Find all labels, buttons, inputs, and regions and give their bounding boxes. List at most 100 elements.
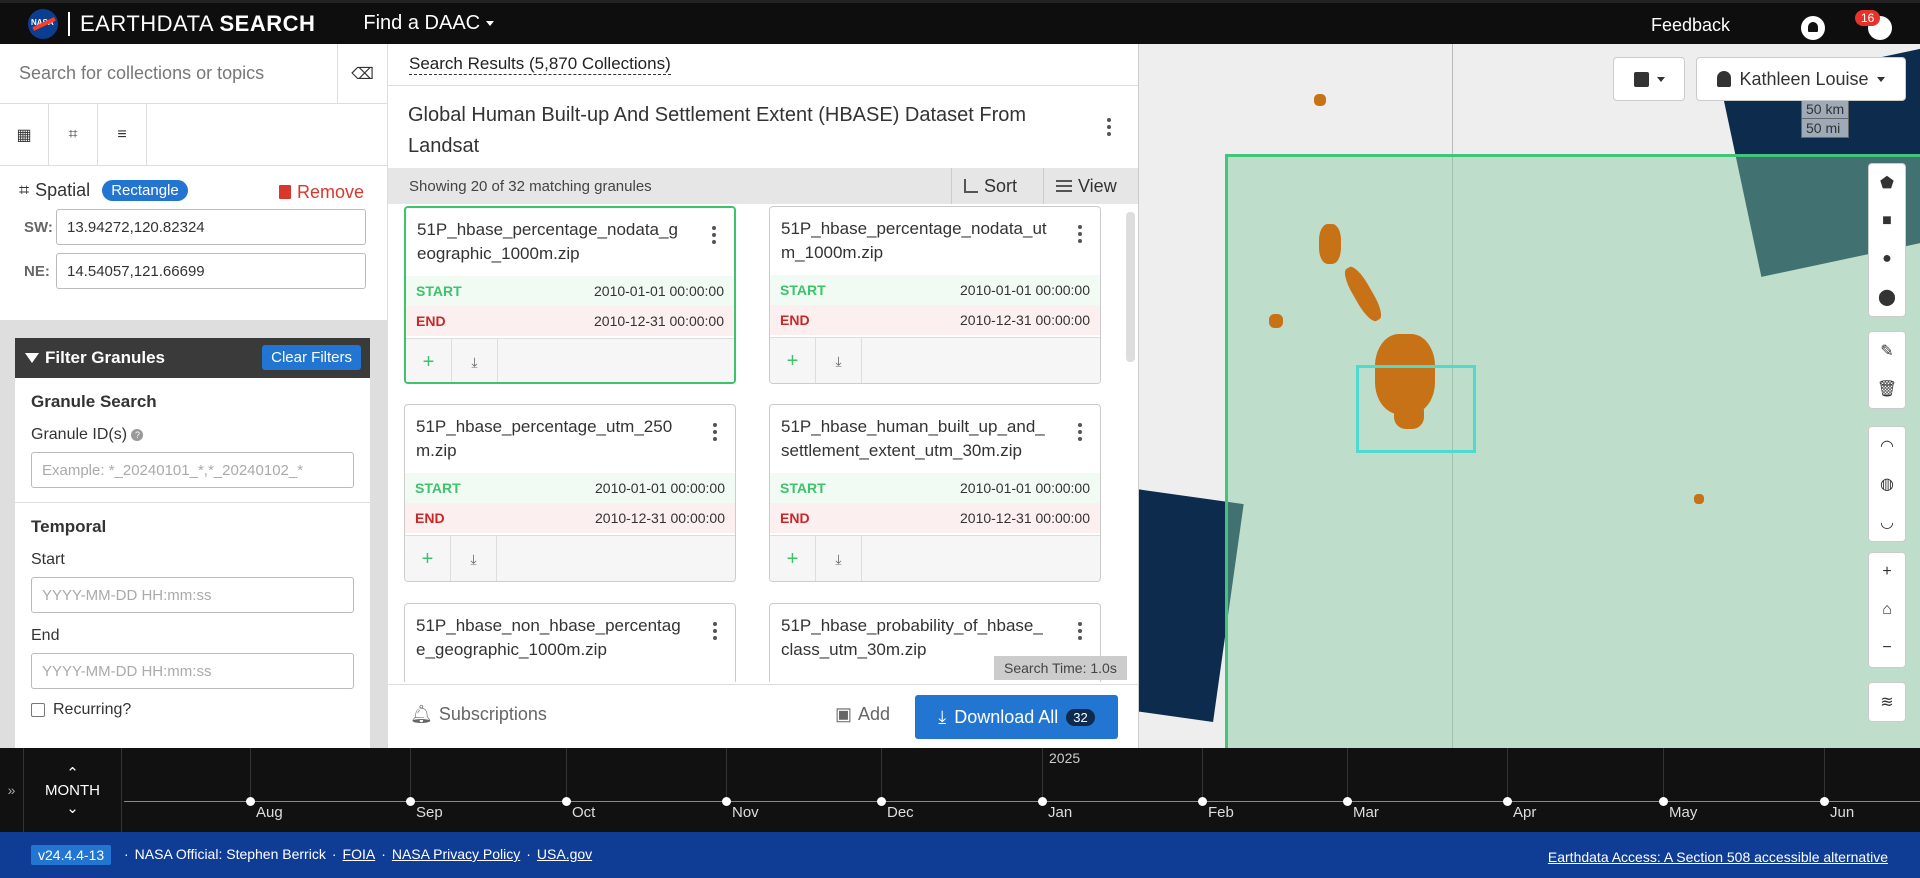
site-brand[interactable]: EARTHDATA SEARCH xyxy=(80,11,315,37)
granule-card[interactable]: 51P_hbase_percentage_nodata_utm_1000m.zi… xyxy=(769,206,1101,384)
timeline-zoom-control[interactable]: ⌃ MONTH ⌄ xyxy=(24,748,122,832)
download-all-button[interactable]: ⤓ Download All 32 xyxy=(915,695,1118,739)
add-granule-icon[interactable]: + xyxy=(770,338,816,383)
remove-spatial-button[interactable]: Remove xyxy=(278,182,364,203)
north-polar-icon[interactable]: ◠ xyxy=(1869,427,1905,465)
search-results-link[interactable]: Search Results (5,870 Collections) xyxy=(409,54,671,75)
granule-start: 2010-01-01 00:00:00 xyxy=(960,282,1090,298)
top-navbar: NASA EARTHDATA SEARCH Find a DAAC Feedba… xyxy=(0,0,1920,44)
edit-icon[interactable]: ✎ xyxy=(1869,332,1905,370)
more-options-icon[interactable] xyxy=(1078,423,1082,444)
layers-icon[interactable]: ≋ xyxy=(1869,683,1905,721)
timeline-month-dot[interactable] xyxy=(1659,797,1668,806)
rectangle-icon[interactable]: ■ xyxy=(1869,202,1905,240)
granule-card[interactable]: 51P_hbase_percentage_nodata_geographic_1… xyxy=(404,206,736,384)
more-options-icon[interactable] xyxy=(713,423,717,444)
granule-card[interactable]: 51P_hbase_non_hbase_percentage_geographi… xyxy=(404,603,736,682)
timeline[interactable]: » ⌃ MONTH ⌄ 2025 Aug Sep Oct Nov Dec Jan Feb Ma… xyxy=(0,748,1920,832)
polygon-icon[interactable]: ⬟ xyxy=(1869,164,1905,202)
version-badge[interactable]: v24.4.4-13 xyxy=(31,845,112,865)
more-options-icon[interactable] xyxy=(1107,118,1111,139)
sort-label: Sort xyxy=(984,175,1018,196)
feedback-link[interactable]: Feedback xyxy=(1651,15,1730,36)
end-date-input[interactable]: YYYY-MM-DD HH:mm:ss xyxy=(31,653,354,689)
timeline-month-dot[interactable] xyxy=(1343,797,1352,806)
more-options-icon[interactable] xyxy=(712,226,716,247)
find-daac-dropdown[interactable]: Find a DAAC xyxy=(363,12,495,35)
view-button[interactable]: View xyxy=(1043,168,1139,204)
results-scrollbar[interactable] xyxy=(1126,212,1135,362)
download-icon[interactable]: ⤓ xyxy=(816,536,862,581)
point-icon[interactable]: ⬤ xyxy=(1869,278,1905,316)
timeline-month-label: Mar xyxy=(1353,804,1379,821)
more-options-icon[interactable] xyxy=(1078,225,1082,246)
download-icon[interactable]: ⤓ xyxy=(451,536,497,581)
save-project-button[interactable] xyxy=(1613,57,1685,101)
ne-label: NE: xyxy=(24,262,50,280)
south-polar-icon[interactable]: ◡ xyxy=(1869,503,1905,541)
globe-icon[interactable]: ◍ xyxy=(1869,465,1905,503)
granule-card[interactable]: 51P_hbase_human_built_up_and_settlement_… xyxy=(769,404,1101,582)
granule-end: 2010-12-31 00:00:00 xyxy=(595,510,725,526)
remove-label: Remove xyxy=(296,182,364,202)
user-menu-button[interactable]: Kathleen Louise xyxy=(1696,57,1906,101)
granule-start-row: START 2010-01-01 00:00:00 xyxy=(770,473,1100,503)
search-input[interactable]: Search for collections or topics xyxy=(0,44,337,104)
accessible-alternative-link[interactable]: Earthdata Access: A Section 508 accessib… xyxy=(1548,849,1888,865)
trash-icon[interactable]: 🗑︎ xyxy=(1869,370,1905,408)
checkbox-icon[interactable] xyxy=(31,703,45,717)
zoom-in-icon[interactable]: + xyxy=(1869,553,1905,591)
timeline-month-dot[interactable] xyxy=(1503,797,1512,806)
timeline-axis xyxy=(124,801,1920,802)
search-time: Search Time: 1.0s xyxy=(994,656,1127,680)
privacy-link[interactable]: NASA Privacy Policy xyxy=(392,846,520,862)
sort-button[interactable]: Sort xyxy=(951,168,1043,204)
sw-coordinate-input[interactable]: 13.94272,120.82324 xyxy=(56,209,366,245)
download-icon[interactable]: ⤓ xyxy=(452,339,498,382)
bell-icon[interactable] xyxy=(1801,16,1825,40)
more-options-icon[interactable] xyxy=(713,622,717,643)
collapse-timeline-icon[interactable]: » xyxy=(0,748,24,832)
granule-count-text: Showing 20 of 32 matching granules xyxy=(409,177,652,195)
spatial-rectangle[interactable] xyxy=(1356,365,1476,453)
granule-ids-input[interactable]: Example: *_20240101_*,*_20240102_* xyxy=(31,452,354,488)
chevron-up-icon[interactable]: ⌃ xyxy=(66,764,79,782)
search-results-header: Search Results (5,870 Collections) xyxy=(388,44,1138,86)
add-granule-icon[interactable]: + xyxy=(770,536,816,581)
chevron-down-icon[interactable]: ⌄ xyxy=(66,799,79,817)
calendar-icon[interactable]: ▦ xyxy=(0,104,49,166)
timeline-month-dot[interactable] xyxy=(406,797,415,806)
eraser-icon[interactable]: ⌫ xyxy=(337,43,387,104)
sw-label: SW: xyxy=(24,218,53,236)
add-to-project-button[interactable]: ▣ Add xyxy=(835,704,890,725)
timeline-month-dot[interactable] xyxy=(722,797,731,806)
usagov-link[interactable]: USA.gov xyxy=(537,846,592,862)
clear-filters-button[interactable]: Clear Filters xyxy=(262,345,361,370)
start-date-input[interactable]: YYYY-MM-DD HH:mm:ss xyxy=(31,577,354,613)
timeline-month-dot[interactable] xyxy=(562,797,571,806)
foia-link[interactable]: FOIA xyxy=(343,846,376,862)
add-granule-icon[interactable]: + xyxy=(406,339,452,382)
map-view[interactable]: 50 km 50 mi Kathleen Louise ⬟ ■ ● ⬤ ✎ 🗑︎… xyxy=(1139,44,1920,748)
start-label: Start xyxy=(31,551,65,568)
granule-card[interactable]: 51P_hbase_percentage_utm_250m.zip START 2… xyxy=(404,404,736,582)
zoom-out-icon[interactable]: − xyxy=(1869,629,1905,667)
subscriptions-button[interactable]: 🔔︎ Subscriptions xyxy=(410,704,547,725)
nasa-logo[interactable]: NASA xyxy=(28,8,58,39)
timeline-month-dot[interactable] xyxy=(1038,797,1047,806)
help-icon[interactable]: ? xyxy=(131,429,144,441)
timeline-month-dot[interactable] xyxy=(1198,797,1207,806)
home-icon[interactable]: ⌂ xyxy=(1869,591,1905,629)
recurring-checkbox[interactable]: Recurring? xyxy=(31,701,354,719)
add-granule-icon[interactable]: + xyxy=(405,536,451,581)
crop-icon[interactable]: ⌗ xyxy=(49,104,98,166)
timeline-month-dot[interactable] xyxy=(246,797,255,806)
more-options-icon[interactable] xyxy=(1078,622,1082,643)
circle-icon[interactable]: ● xyxy=(1869,240,1905,278)
timeline-month-dot[interactable] xyxy=(877,797,886,806)
sliders-icon[interactable]: ≡ xyxy=(98,104,147,166)
map-scale: 50 km 50 mi xyxy=(1801,100,1850,138)
ne-coordinate-input[interactable]: 14.54057,121.66699 xyxy=(56,253,366,289)
download-icon[interactable]: ⤓ xyxy=(816,338,862,383)
timeline-month-dot[interactable] xyxy=(1820,797,1829,806)
